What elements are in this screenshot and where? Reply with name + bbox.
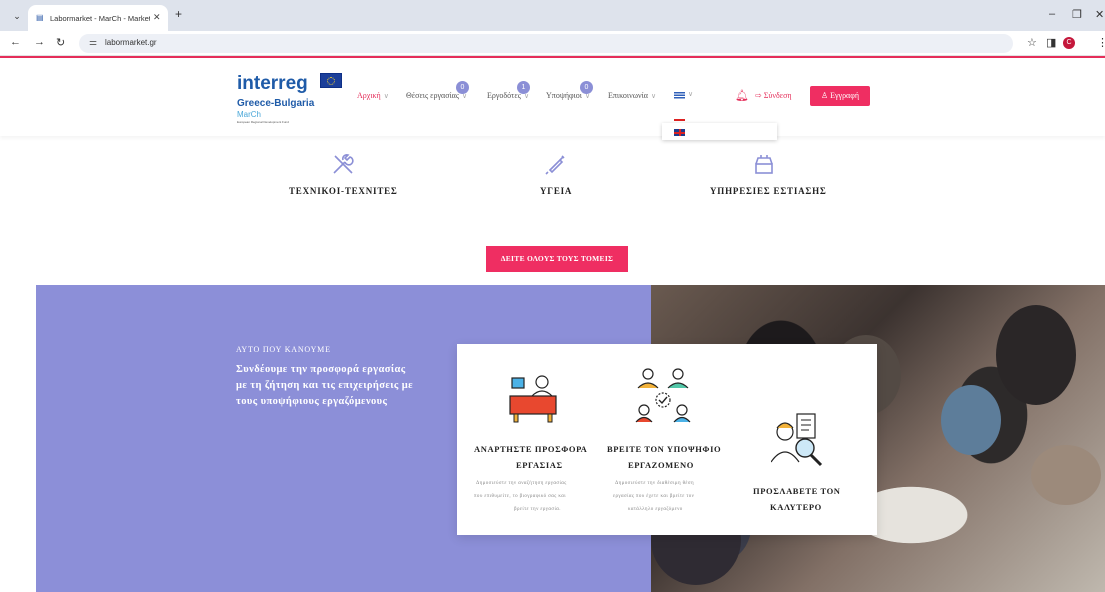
login-link[interactable]: ⇨ Σύνδεση [755,91,792,100]
tab-title: Labormarket - MarCh - Market [50,14,150,23]
tools-icon[interactable] [331,152,355,182]
tab-close-icon[interactable]: ✕ [153,12,161,23]
close-window-icon[interactable]: ✕ [1095,8,1104,21]
register-button[interactable]: ♙ Εγγραφή [810,86,870,106]
login-icon: ⇨ [755,91,764,100]
login-label: Σύνδεση [763,91,792,100]
feature-desc-post-job: βρείτε την εργασία. [514,507,561,512]
back-icon[interactable]: ← [10,36,21,48]
restore-icon[interactable]: ❐ [1072,8,1082,21]
what-we-do-title: ΑΥΤΟ ΠΟΥ ΚΑΝΟΥΜΕ [236,345,331,354]
nav-contact-label: Επικοινωνία [608,91,648,100]
find-candidate-people-icon [634,366,692,429]
feature-title-hire: ΚΑΛΥΤΕΡΟ [770,502,822,512]
feature-desc-find-candidate: Δημοσιεύστε την διαθέσιμη θέση [615,481,695,486]
bell-icon[interactable]: 🔔︎ [735,89,749,102]
feature-desc-post-job: που επιθυμείτε, το βιογραφικό σας και [474,494,566,499]
what-we-do-line: τους υποψήφιους εργαζόμενους [236,396,388,407]
url-text: labormarket.gr [105,38,157,47]
logo-interreg: interreg [237,73,308,94]
what-we-do-line: με τη ζήτηση και τις επιχειρήσεις με [236,380,414,391]
tab-search-chevron-icon[interactable]: ⌄ [9,8,25,24]
nav-candidates-label: Υποψήφιοι [546,91,582,100]
forward-icon[interactable]: → [34,36,45,48]
greek-flag-icon[interactable] [674,92,685,99]
feature-title-post-job: ΑΝΑΡΤΗΣΤΕ ΠΡΟΣΦΟΡΑ [474,444,588,454]
site-settings-icon[interactable]: ⚌ [89,37,97,48]
feature-title-post-job: ΕΡΓΑΣΙΑΣ [516,460,563,470]
eu-flag-icon [320,73,342,88]
sector-label-catering[interactable]: ΥΠΗΡΕΣΙΕΣ ΕΣΤΙΑΣΗΣ [710,186,827,196]
feature-desc-find-candidate: κατάλληλο εργαζόμενο [628,507,683,512]
feature-desc-post-job: Δημοσιεύστε την αναζήτηση εργασίας [476,481,567,486]
restaurant-icon[interactable] [752,152,776,182]
syringe-icon[interactable] [544,152,568,182]
nav-home-label: Αρχική [357,91,381,100]
address-bar[interactable]: ⚌ labormarket.gr [79,34,1013,53]
feature-desc-find-candidate: εργασίας που έχετε και βρείτε τον [613,494,695,499]
register-label: Εγγραφή [830,91,860,100]
nav-jobs-label: Θέσεις εργασίας [406,91,460,100]
browser-tabbar: ⌄ ▤ Labormarket - MarCh - Market ✕ + – ❐… [0,0,1105,31]
menu-icon[interactable]: ⋮ [1097,36,1105,49]
sidepanel-icon[interactable]: ◨ [1046,36,1056,49]
feature-title-find-candidate: ΒΡΕΙΤΕ ΤΟΝ ΥΠΟΨΗΦΙΟ [607,444,722,454]
minimize-icon[interactable]: – [1049,8,1055,20]
logo-march: MarCh [237,110,262,119]
what-we-do-line: Συνδέουμε την προσφορά εργασίας [236,364,406,375]
jobs-count-badge: 0 [456,81,469,94]
reload-icon[interactable]: ↻ [56,36,65,49]
feature-title-hire: ΠΡΟΣΛΑΒΕΤΕ ΤΟΝ [753,486,841,496]
language-dropdown[interactable] [662,123,777,140]
candidates-count-badge: 0 [580,81,593,94]
flag-strip [674,119,685,121]
browser-toolbar: ← → ↻ ⚌ labormarket.gr ☆ ◨ C ⋮ [0,31,1105,56]
logo-greece-bulgaria: Greece-Bulgaria [237,98,315,109]
chevron-down-icon: ∨ [650,92,657,100]
sector-label-health[interactable]: ΥΓΕΙΑ [540,186,572,196]
feature-title-find-candidate: ΕΡΓΑΖΟΜΕΝΟ [628,460,695,470]
job-post-desk-icon [508,372,560,429]
user-plus-icon: ♙ [820,91,831,100]
bookmark-star-icon[interactable]: ☆ [1027,36,1037,49]
chevron-down-icon: ∨ [383,92,389,100]
hire-magnifier-icon [770,412,825,473]
nav-contact[interactable]: Επικοινωνία ∨ [608,91,656,100]
nav-employers-label: Εργοδότες [487,91,521,100]
sector-label-technical[interactable]: ΤΕΧΝΙΚΟΙ-ΤΕΧΝΙΤΕΣ [289,186,398,196]
logo-fund: European Regional Development Fund [237,120,289,124]
profile-avatar[interactable]: C [1063,37,1075,49]
favicon-icon: ▤ [36,13,44,22]
browser-tab[interactable]: ▤ Labormarket - MarCh - Market ✕ [28,5,168,31]
uk-flag-icon[interactable] [674,129,685,136]
all-sectors-button[interactable]: ΔΕΙΤΕ ΟΛΟΥΣ ΤΟΥΣ ΤΟΜΕΙΣ [486,246,628,272]
language-chevron-icon[interactable]: ∨ [688,90,693,98]
employers-count-badge: 1 [517,81,530,94]
nav-home[interactable]: Αρχική ∨ [357,91,389,100]
new-tab-icon[interactable]: + [175,7,182,21]
